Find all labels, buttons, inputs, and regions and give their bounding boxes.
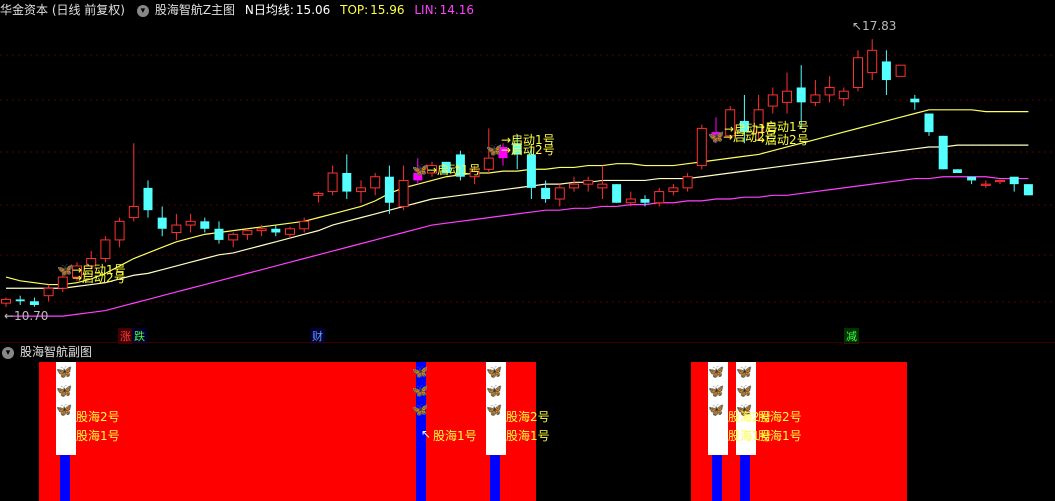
butterfly-icon: 🦋 [736, 365, 752, 380]
butterfly-icon: 🦋 [486, 365, 502, 380]
butterfly-icon: 🦋 [708, 384, 724, 399]
sub-label-gh1: 股海1号 [506, 428, 550, 443]
blue-bar [712, 455, 722, 501]
sub-indicator-chart[interactable]: 🦋🦋🦋🦋🦋🦋🦋🦋🦋🦋🦋🦋🦋🦋🦋股海2号股海1号 股海1号↖股海2号股海1号股海2号… [0, 0, 1055, 501]
butterfly-icon: 🦋 [56, 365, 72, 380]
butterfly-icon: 🦋 [708, 403, 724, 418]
cursor-arrow-icon: ↖ [421, 427, 431, 441]
sub-label-gh2: 股海2号 [76, 409, 120, 424]
sub-label-gh1: 股海1号 [758, 428, 802, 443]
sub-label-gh2: 股海2号 [506, 409, 550, 424]
blue-bar [60, 455, 70, 501]
butterfly-icon: 🦋 [486, 403, 502, 418]
sub-label-gh1: 股海1号 [433, 428, 477, 443]
sub-label-gh2: 股海2号 [758, 409, 802, 424]
butterfly-icon: 🦋 [412, 403, 428, 418]
butterfly-icon: 🦋 [412, 365, 428, 380]
sub-label-gh1: 股海1号 [76, 428, 120, 443]
butterfly-icon: 🦋 [486, 384, 502, 399]
butterfly-icon: 🦋 [412, 384, 428, 399]
blue-bar [490, 455, 500, 501]
butterfly-icon: 🦋 [56, 384, 72, 399]
butterfly-icon: 🦋 [736, 384, 752, 399]
blue-bar [740, 455, 750, 501]
butterfly-icon: 🦋 [708, 365, 724, 380]
butterfly-icon: 🦋 [56, 403, 72, 418]
